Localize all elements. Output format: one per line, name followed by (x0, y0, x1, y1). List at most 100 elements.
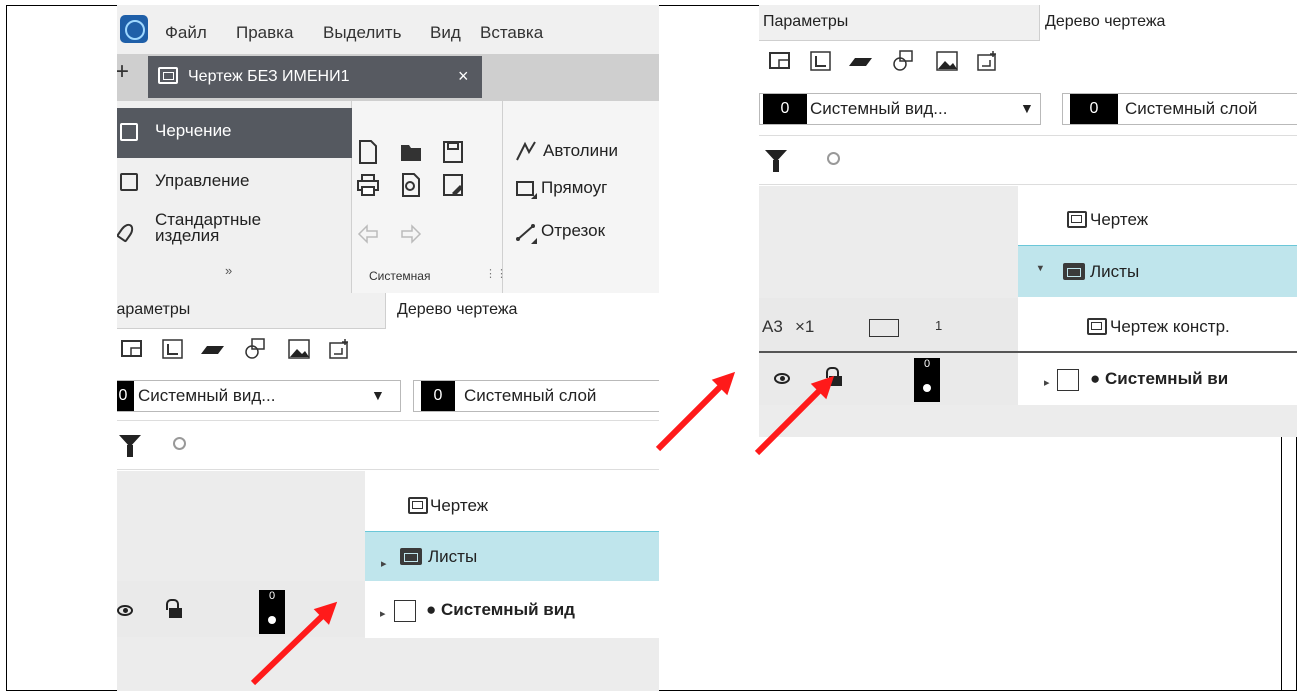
image-icon[interactable] (935, 50, 959, 72)
divider-line (1281, 437, 1282, 691)
drawing-icon (1067, 211, 1087, 228)
system-group (352, 101, 503, 293)
view-select-label: Системный вид... (810, 99, 948, 118)
chevron-down-icon: ▼ (371, 387, 385, 403)
document-icon (120, 173, 138, 191)
layer-select-label: Системный слой (464, 386, 597, 405)
layer-select[interactable]: 0 Системный слой (413, 380, 659, 412)
redo-icon[interactable] (400, 222, 422, 246)
sheet-orientation-icon (869, 319, 899, 337)
tool-autoline[interactable]: Автолини (543, 141, 618, 161)
filter-bar (759, 135, 1297, 185)
tree-selects: 0 Системный вид... ▼ 0 Системный слой (117, 372, 659, 420)
tree-row-selected[interactable] (1018, 245, 1297, 297)
expand-chevron-icon[interactable]: » (225, 263, 232, 278)
layer-select-label: Системный слой (1125, 99, 1258, 118)
tree-root-drawing[interactable]: Чертеж (1090, 210, 1148, 230)
menu-insert[interactable]: Вставка (480, 23, 543, 43)
save-as-icon[interactable] (442, 173, 464, 197)
expand-arrow-icon[interactable]: ▸ (381, 557, 387, 570)
tree-selects: 0 Системный вид... ▼ 0 Системный слой (759, 85, 1297, 133)
sheet-format: A3 (762, 317, 783, 336)
fragment-icon[interactable] (328, 338, 352, 360)
layer-select[interactable]: 0 Системный слой (1062, 93, 1297, 125)
drawing-icon (158, 67, 178, 84)
rectangle-icon[interactable] (515, 177, 537, 201)
tree-toolbar (759, 42, 1297, 84)
sheet-icon[interactable] (768, 50, 792, 72)
sheet-icon (1087, 318, 1107, 335)
tree-item-system-view[interactable]: ● Системный вид (426, 600, 575, 620)
layer-badge-number: 0 (268, 590, 276, 602)
sheet-icon[interactable] (120, 338, 144, 360)
fragment-icon[interactable] (976, 50, 1000, 72)
filter-bar (117, 420, 659, 470)
document-tab[interactable]: Чертеж БЕЗ ИМЕНИ1 × (148, 56, 482, 98)
tree-item-sheets[interactable]: Листы (428, 547, 477, 567)
segment-icon[interactable] (515, 220, 537, 244)
kompas-logo-icon[interactable] (120, 15, 148, 43)
new-document-icon[interactable] (357, 140, 379, 164)
folder-icon (1063, 263, 1085, 280)
document-tab-label: Чертеж БЕЗ ИМЕНИ1 (188, 68, 350, 85)
left-screenshot: Файл Правка Выделить Вид Вставка + Черте… (117, 5, 659, 691)
view-select[interactable]: 0 Системный вид... ▼ (759, 93, 1041, 125)
tool-rectangle[interactable]: Прямоуг (541, 178, 607, 198)
menu-edit[interactable]: Правка (236, 23, 293, 43)
nav-item-management[interactable]: Управление (155, 171, 250, 191)
tool-segment[interactable]: Отрезок (541, 221, 605, 241)
view-icon[interactable] (161, 338, 185, 360)
search-icon[interactable] (827, 152, 840, 165)
close-tab-icon[interactable]: × (458, 66, 469, 87)
grip-icon: ⋮⋮ (485, 268, 507, 280)
tab-drawing-tree[interactable]: Дерево чертежа (397, 301, 517, 319)
nav-selected-highlight (117, 108, 352, 158)
layer-badge: 0 (259, 590, 285, 634)
tab-drawing-tree[interactable]: Дерево чертежа (1045, 13, 1165, 31)
expand-arrow-icon[interactable]: ▸ (1044, 376, 1050, 389)
nav-item-drawing[interactable]: Черчение (155, 121, 232, 141)
filter-icon[interactable] (765, 150, 787, 172)
tree-item-sheet[interactable]: Чертеж констр. (1110, 317, 1230, 337)
view-number: 0 (117, 381, 134, 411)
eye-icon[interactable] (774, 373, 790, 384)
folder-icon (400, 548, 422, 565)
tab-parameters[interactable]: Параметры (763, 13, 848, 31)
undo-icon[interactable] (357, 222, 379, 246)
tree-item-system-view[interactable]: ● Системный ви (1090, 369, 1228, 389)
eye-icon[interactable] (117, 605, 133, 616)
autoline-icon[interactable] (515, 140, 537, 164)
view-select[interactable]: 0 Системный вид... ▼ (117, 380, 401, 412)
layer-icon[interactable] (849, 50, 873, 72)
tree-item-sheets[interactable]: Листы (1090, 262, 1139, 282)
search-icon[interactable] (173, 437, 186, 450)
new-tab-button[interactable]: + (117, 58, 129, 86)
unlock-icon[interactable] (166, 599, 182, 618)
layer-icon[interactable] (201, 338, 225, 360)
group-icon[interactable] (244, 338, 268, 360)
open-folder-icon[interactable] (400, 140, 422, 164)
collapse-arrow-icon[interactable]: ▸ (1034, 266, 1047, 272)
group-icon[interactable] (892, 50, 916, 72)
expand-arrow-icon[interactable]: ▸ (380, 607, 386, 620)
menu-select[interactable]: Выделить (323, 23, 401, 43)
save-icon[interactable] (442, 140, 464, 164)
tree-root-drawing[interactable]: Чертеж (430, 496, 488, 516)
layer-number: 0 (1070, 94, 1118, 124)
filter-icon[interactable] (119, 435, 141, 457)
menu-view[interactable]: Вид (430, 23, 461, 43)
badge-dot-icon (268, 616, 276, 624)
chevron-down-icon: ▼ (1020, 100, 1034, 116)
view-icon[interactable] (809, 50, 833, 72)
group-label-system: Системная (369, 269, 431, 283)
image-icon[interactable] (287, 338, 311, 360)
print-icon[interactable] (357, 173, 379, 197)
drawing-icon (408, 497, 428, 514)
layer-number: 0 (421, 381, 455, 411)
menu-file[interactable]: Файл (165, 23, 207, 43)
tab-parameters[interactable]: Іараметры (117, 301, 190, 319)
layer-badge: 0 (914, 358, 940, 402)
nav-item-standard-parts[interactable]: Стандартные изделия (155, 211, 285, 244)
badge-dot-icon (923, 384, 931, 392)
preview-icon[interactable] (400, 173, 422, 197)
